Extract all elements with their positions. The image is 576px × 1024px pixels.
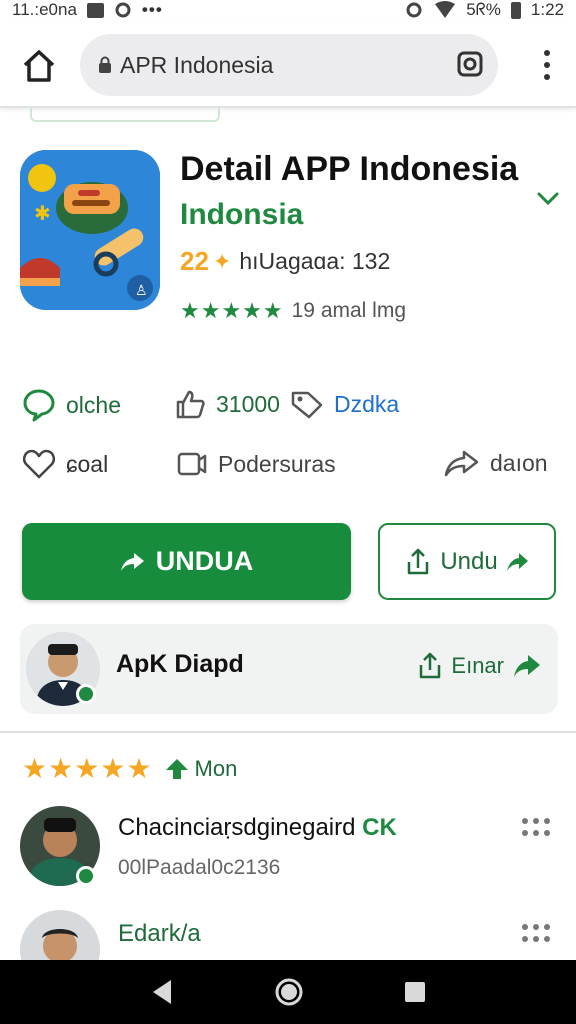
rating-row: 22 ✦ hıUagaɑa: 132: [180, 246, 390, 277]
address-bar[interactable]: APR Indonesia: [80, 34, 498, 96]
likes-meta[interactable]: 31000: [174, 388, 280, 420]
tag-icon: [291, 391, 323, 419]
data-saver-icon: [406, 2, 422, 18]
tag-label: Dzdka: [334, 390, 400, 417]
chat-meta[interactable]: olche: [22, 388, 121, 422]
share-box-icon: [420, 652, 441, 679]
reviews-more-label: Mon: [194, 755, 238, 781]
download-button[interactable]: UNDUA: [22, 523, 351, 600]
section-divider: [0, 731, 576, 733]
secondary-button-label: Undu: [440, 547, 498, 575]
lock-icon: [99, 56, 111, 73]
review-options-icon[interactable]: [522, 924, 550, 942]
home-nav-icon[interactable]: [274, 977, 304, 1007]
sparkle-icon: ✦: [212, 248, 232, 274]
stars-row: ★★★★★ 19 amal lmg: [180, 298, 406, 324]
verified-badge-icon: [76, 684, 96, 704]
home-icon[interactable]: [20, 47, 58, 85]
share-arrow-icon: [444, 450, 479, 477]
app-icon: ✱ ♙: [20, 150, 160, 310]
upload-share-icon: [408, 548, 429, 574]
likes-count: 31000: [216, 390, 280, 417]
wifi-icon: [435, 1, 456, 18]
review-options-icon[interactable]: [522, 818, 550, 836]
reviewer-name-text: Edark/a: [118, 920, 201, 947]
download-button-label: UNDUA: [155, 546, 254, 576]
battery-percent: 5ᖇ%: [466, 0, 501, 19]
developer-name: ApK Diapd: [116, 650, 244, 678]
reviews-more-link[interactable]: Mon: [165, 755, 238, 782]
favorite-meta[interactable]: ɕoal: [22, 448, 108, 480]
review-meta: 00lPaadal0c2136: [118, 856, 281, 879]
status-bar: 11.:e0na ••• 5ᖇ% 1:22: [0, 0, 576, 20]
reviews-stars: ★★★★★: [22, 753, 153, 784]
notification-icon: [86, 2, 104, 18]
developer-card[interactable]: ApK Diapd Eınar: [20, 624, 558, 714]
tag-meta[interactable]: Dzdka: [290, 388, 399, 420]
browser-toolbar: APR Indonesia: [0, 22, 576, 108]
chat-label: olche: [66, 391, 121, 418]
svg-text:♙: ♙: [135, 283, 148, 299]
url-text: APR Indonesia: [120, 51, 274, 78]
back-icon[interactable]: [149, 978, 175, 1006]
chat-bubble-icon: [23, 389, 55, 422]
reviewer-name: Chacinciaṛsdginegaird CK: [118, 814, 397, 842]
status-left: 11.:e0na •••: [12, 0, 163, 20]
podcast-label: Podersuras: [218, 450, 336, 477]
verified-badge-icon: [76, 866, 96, 886]
system-nav-bar: [0, 960, 576, 1024]
status-right: 5ᖇ% 1:22: [404, 0, 564, 20]
forward-arrow-icon: [120, 552, 144, 571]
forward-arrow-icon: [514, 655, 540, 677]
reviewer-name-text: Chacinciaṛsdginegaird: [118, 814, 356, 841]
reviews-header: ★★★★★ Mon: [22, 752, 237, 785]
share-label: daıon: [490, 449, 548, 476]
rating-label: hıUagaɑa: 132: [239, 248, 391, 274]
app-detail-screen: 11.:e0na ••• 5ᖇ% 1:22 APR Indonesia ✱ ♙ …: [0, 0, 576, 1024]
app-icon-artwork: ✱ ♙: [20, 150, 160, 310]
favorite-label: ɕoal: [66, 450, 109, 477]
thumbs-up-icon: [176, 390, 205, 419]
clock: 1:22: [530, 0, 564, 19]
app-developer-link[interactable]: Indonsia: [180, 198, 303, 232]
more-notifications-icon: •••: [141, 0, 163, 19]
sync-icon: [115, 2, 131, 18]
previous-section-edge: [30, 108, 220, 122]
heart-icon: [23, 449, 55, 479]
developer-action-label: Eınar: [451, 653, 504, 678]
overflow-menu-icon[interactable]: [542, 50, 552, 80]
developer-action[interactable]: Eınar: [417, 652, 542, 680]
camera-icon[interactable]: [456, 50, 484, 78]
podcast-icon: [177, 452, 207, 476]
reviewer-name: Edark/a: [118, 920, 201, 948]
recents-icon[interactable]: [403, 980, 427, 1004]
arrow-up-icon: [165, 758, 188, 779]
review-count: 19 amal lmg: [291, 299, 407, 322]
send-arrow-icon: [506, 552, 528, 571]
share-meta[interactable]: daıon: [444, 448, 548, 478]
battery-icon: [510, 1, 521, 19]
carrier-label: 11.:e0na: [12, 0, 77, 19]
app-title: Detail APP Indonesia: [180, 150, 519, 188]
podcast-meta[interactable]: Podersuras: [176, 448, 336, 480]
rating-value: 22: [180, 246, 209, 276]
star-rating: ★★★★★: [180, 298, 284, 323]
reviewer-tag: CK: [362, 814, 397, 841]
secondary-download-button[interactable]: Undu: [378, 523, 556, 600]
svg-text:✱: ✱: [34, 201, 51, 225]
chevron-down-icon[interactable]: [536, 188, 560, 208]
